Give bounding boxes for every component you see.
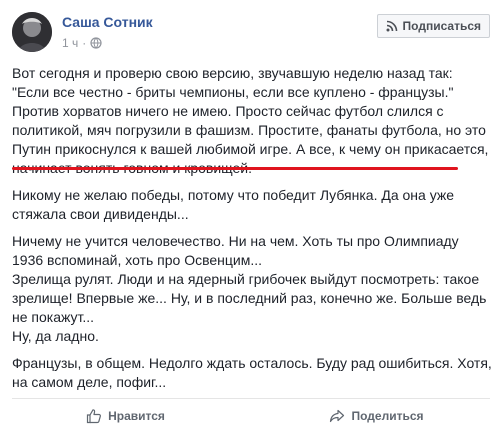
subscribe-label: Подписаться	[402, 19, 481, 33]
avatar-photo	[12, 12, 52, 52]
paragraph-5: Ну, да ладно.	[12, 328, 99, 344]
separator-dot: ·	[82, 36, 87, 50]
paragraph-6: Французы, в общем. Недолго ждать осталос…	[12, 355, 492, 390]
paragraph-1-intro: Вот сегодня и проверю свою версию, звуча…	[12, 65, 453, 81]
post-body: Вот сегодня и проверю свою версию, звуча…	[12, 64, 492, 400]
share-arrow-icon	[330, 409, 345, 423]
paragraph-4: Зрелища рулят. Люди и на ядерный грибоче…	[12, 271, 487, 325]
highlighted-quote: "Если все честно - бриты чемпионы, если …	[12, 84, 454, 100]
post-header: Саша Сотник 1 ч · Подписаться	[0, 0, 502, 60]
post-actions: Нравится Поделиться	[0, 399, 502, 433]
post-meta: 1 ч ·	[62, 36, 102, 50]
subscribe-button[interactable]: Подписаться	[376, 14, 490, 38]
paragraph-1: Вот сегодня и проверю свою версию, звуча…	[12, 64, 492, 178]
avatar[interactable]	[12, 12, 52, 52]
like-label: Нравится	[108, 409, 165, 423]
red-underline-marker	[12, 167, 458, 170]
rss-icon	[386, 20, 397, 32]
author-name[interactable]: Саша Сотник	[62, 14, 153, 30]
globe-icon	[90, 37, 102, 49]
paragraph-2: Никому не желаю победы, потому что побед…	[12, 187, 455, 222]
like-button[interactable]: Нравится	[0, 399, 251, 433]
share-label: Поделиться	[351, 409, 424, 423]
paragraph-3: Ничему не учится человечество. Ни на чем…	[12, 233, 459, 268]
post-time[interactable]: 1 ч	[62, 36, 78, 50]
share-button[interactable]: Поделиться	[251, 399, 502, 433]
paragraph-1-rest: Против хорватов ничего не имею. Просто с…	[12, 103, 489, 176]
thumbs-up-icon	[86, 409, 102, 424]
